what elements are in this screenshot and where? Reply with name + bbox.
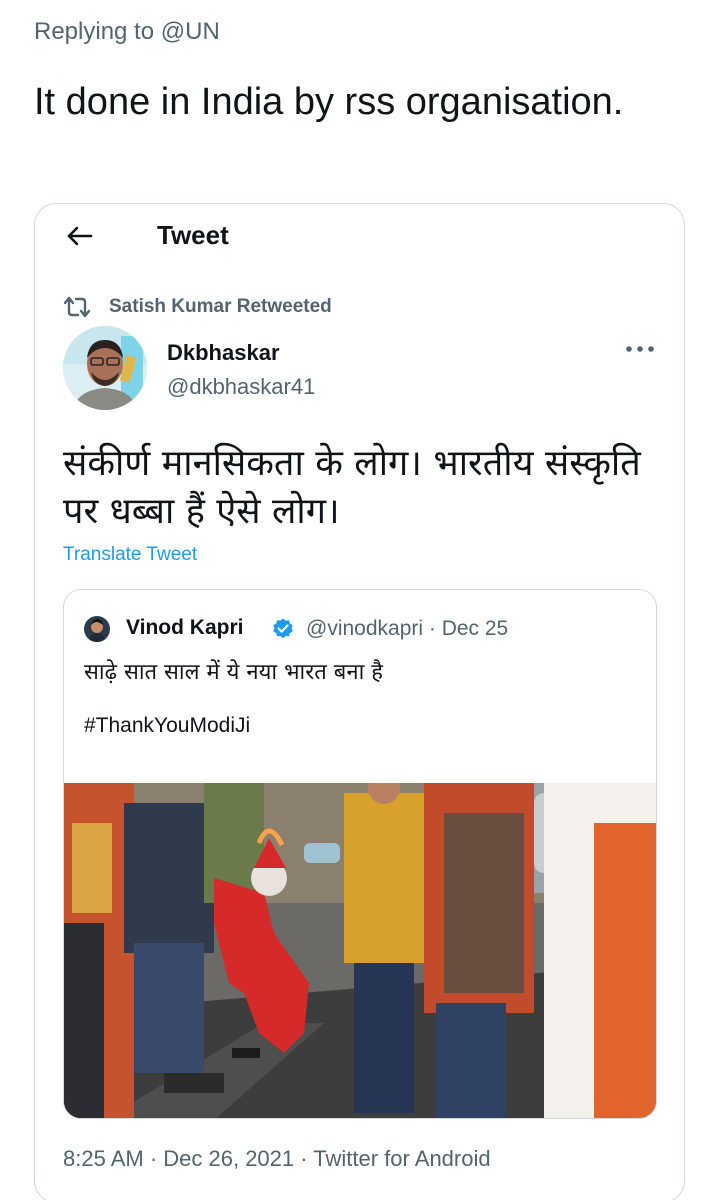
- quoted-avatar[interactable]: [84, 616, 110, 642]
- retweet-label[interactable]: Satish Kumar Retweeted: [109, 296, 332, 318]
- replying-to-handle[interactable]: @UN: [161, 18, 220, 45]
- quoted-hashtag[interactable]: #ThankYouModiJi: [84, 714, 250, 738]
- avatar[interactable]: [63, 326, 147, 410]
- back-arrow-icon[interactable]: [63, 220, 95, 252]
- embedded-tweet-screenshot: Tweet Satish Kumar Retweeted Dkbhaskar @…: [34, 203, 685, 1200]
- translate-tweet-link[interactable]: Translate Tweet: [63, 544, 197, 566]
- replying-to-prefix: Replying to: [34, 18, 161, 45]
- verified-badge-icon: [273, 618, 293, 639]
- reply-text: It done in India by rss organisation.: [34, 81, 624, 123]
- author-name[interactable]: Dkbhaskar: [167, 340, 280, 366]
- replying-to-line: Replying to @UN: [34, 18, 220, 46]
- retweet-icon: [63, 296, 91, 318]
- author-handle[interactable]: @dkbhaskar41: [167, 374, 315, 400]
- page-title: Tweet: [157, 220, 229, 250]
- quoted-author-name[interactable]: Vinod Kapri: [126, 616, 243, 640]
- quoted-photo[interactable]: [64, 783, 656, 1118]
- tweet-header-bar: Tweet: [35, 204, 684, 266]
- quoted-text: साढ़े सात साल में ये नया भारत बना है: [84, 660, 383, 685]
- tweet-timestamp-source: 8:25 AM · Dec 26, 2021 · Twitter for And…: [63, 1146, 491, 1171]
- quoted-handle-date[interactable]: @vinodkapri · Dec 25: [306, 617, 508, 641]
- tweet-text: संकीर्ण मानसिकता के लोग। भारतीय संस्कृति…: [63, 443, 641, 532]
- quoted-tweet[interactable]: Vinod Kapri @vinodkapri · Dec 25 साढ़े स…: [63, 589, 657, 1119]
- more-options-icon[interactable]: [625, 344, 655, 354]
